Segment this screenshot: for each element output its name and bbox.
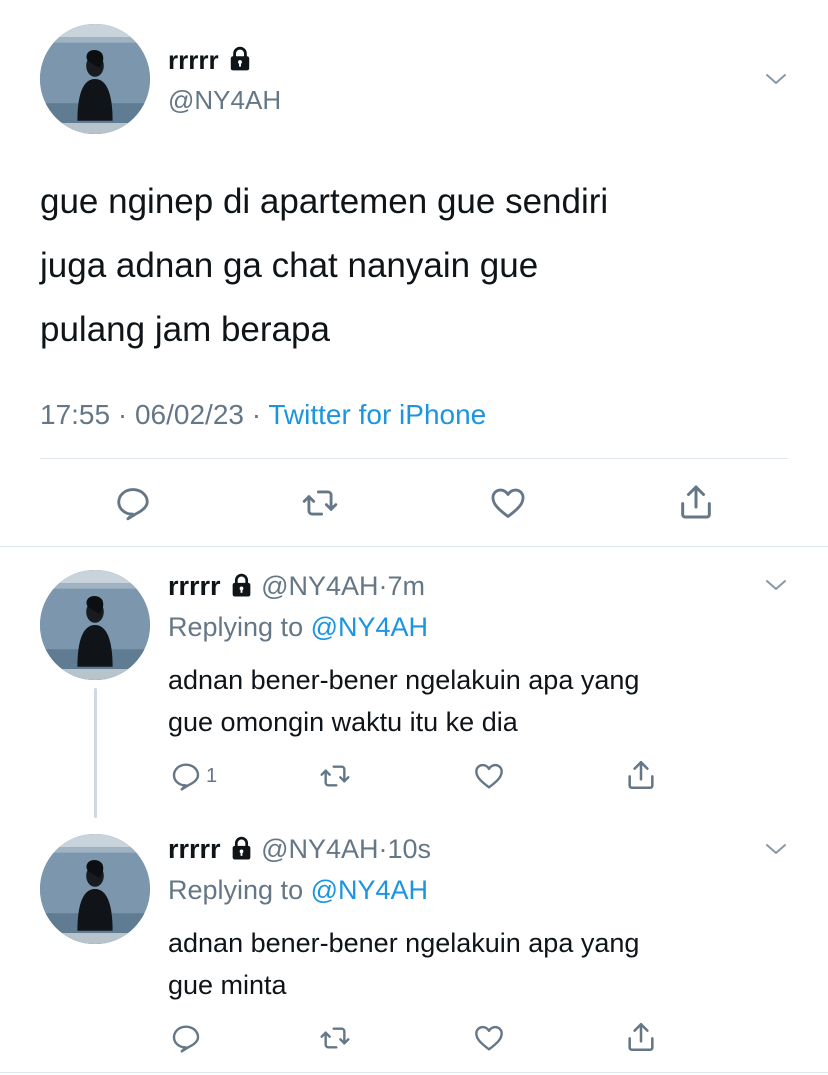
replying-to-handle[interactable]: @NY4AH <box>311 612 428 642</box>
share-button[interactable] <box>624 1020 658 1054</box>
reply-icon <box>170 760 202 792</box>
replying-to: Replying to @NY4AH <box>168 611 428 643</box>
avatar[interactable] <box>40 24 150 134</box>
tweet-text: gue nginep di apartemen gue sendiri juga… <box>40 170 800 362</box>
handle[interactable]: @NY4AH <box>261 834 378 864</box>
tweet-meta: 17:55 · 06/02/23 · Twitter for iPhone <box>40 398 486 432</box>
share-icon <box>624 758 658 792</box>
like-button[interactable] <box>472 1022 506 1054</box>
display-name[interactable]: rrrrr <box>168 45 219 75</box>
chevron-down-icon[interactable] <box>764 573 788 597</box>
reply-text-line: adnan bener-bener ngelakuin apa yang <box>168 665 640 695</box>
retweet-icon <box>318 1022 352 1054</box>
share-icon <box>624 1020 658 1054</box>
display-name[interactable]: rrrrr <box>168 571 221 601</box>
handle[interactable]: @NY4AH <box>168 84 281 116</box>
reply-button[interactable] <box>114 484 152 522</box>
avatar[interactable] <box>40 834 150 944</box>
lock-icon <box>227 46 253 72</box>
share-button[interactable] <box>676 482 716 522</box>
reply-header: rrrrr @NY4AH·7m <box>168 570 425 602</box>
lock-icon <box>229 573 254 598</box>
replying-to-handle[interactable]: @NY4AH <box>311 875 428 905</box>
divider <box>0 1072 828 1073</box>
reply-header: rrrrr @NY4AH·10s <box>168 833 431 865</box>
tweet-text-line: pulang jam berapa <box>40 310 330 349</box>
reply-text-line: gue minta <box>168 970 287 1000</box>
retweet-button[interactable] <box>300 484 340 522</box>
tweet-source[interactable]: Twitter for iPhone <box>268 399 486 430</box>
meta-separator: · <box>117 399 128 430</box>
meta-separator: · <box>378 834 388 864</box>
chevron-down-icon[interactable] <box>764 67 788 91</box>
author-name-row: rrrrr <box>168 44 253 76</box>
share-button[interactable] <box>624 758 658 792</box>
like-icon <box>472 1022 506 1054</box>
reply-text-line: adnan bener-bener ngelakuin apa yang <box>168 928 640 958</box>
like-button[interactable] <box>488 484 528 522</box>
reply-age[interactable]: 10s <box>388 834 432 864</box>
divider <box>40 458 788 459</box>
reply-text-line: gue omongin waktu itu ke dia <box>168 707 518 737</box>
retweet-button[interactable] <box>318 760 352 792</box>
handle[interactable]: @NY4AH <box>261 571 378 601</box>
tweet-text-line: juga adnan ga chat nanyain gue <box>40 246 539 285</box>
meta-separator: · <box>251 399 262 430</box>
meta-separator: · <box>378 571 388 601</box>
tweet-text-line: gue nginep di apartemen gue sendiri <box>40 182 609 221</box>
reply-icon <box>114 484 152 522</box>
replying-to: Replying to @NY4AH <box>168 874 428 906</box>
divider <box>0 546 828 547</box>
reply-text: adnan bener-bener ngelakuin apa yang gue… <box>168 659 788 743</box>
reply-button[interactable]: 1 <box>170 760 217 792</box>
replying-to-label: Replying to <box>168 875 304 905</box>
retweet-icon <box>318 760 352 792</box>
lock-icon <box>229 836 254 861</box>
reply-icon <box>170 1022 202 1054</box>
reply-button[interactable] <box>170 1022 202 1054</box>
reply-age[interactable]: 7m <box>388 571 426 601</box>
avatar[interactable] <box>40 570 150 680</box>
retweet-button[interactable] <box>318 1022 352 1054</box>
display-name[interactable]: rrrrr <box>168 834 221 864</box>
share-icon <box>676 482 716 522</box>
chevron-down-icon[interactable] <box>764 837 788 861</box>
tweet-date[interactable]: 06/02/23 <box>135 399 244 430</box>
reply-count: 1 <box>206 764 218 787</box>
like-icon <box>472 760 506 792</box>
replying-to-label: Replying to <box>168 612 304 642</box>
reply-text: adnan bener-bener ngelakuin apa yang gue… <box>168 922 788 1006</box>
tweet-time[interactable]: 17:55 <box>40 399 110 430</box>
like-button[interactable] <box>472 760 506 792</box>
thread-line <box>94 688 97 818</box>
retweet-icon <box>300 484 340 522</box>
like-icon <box>488 484 528 522</box>
